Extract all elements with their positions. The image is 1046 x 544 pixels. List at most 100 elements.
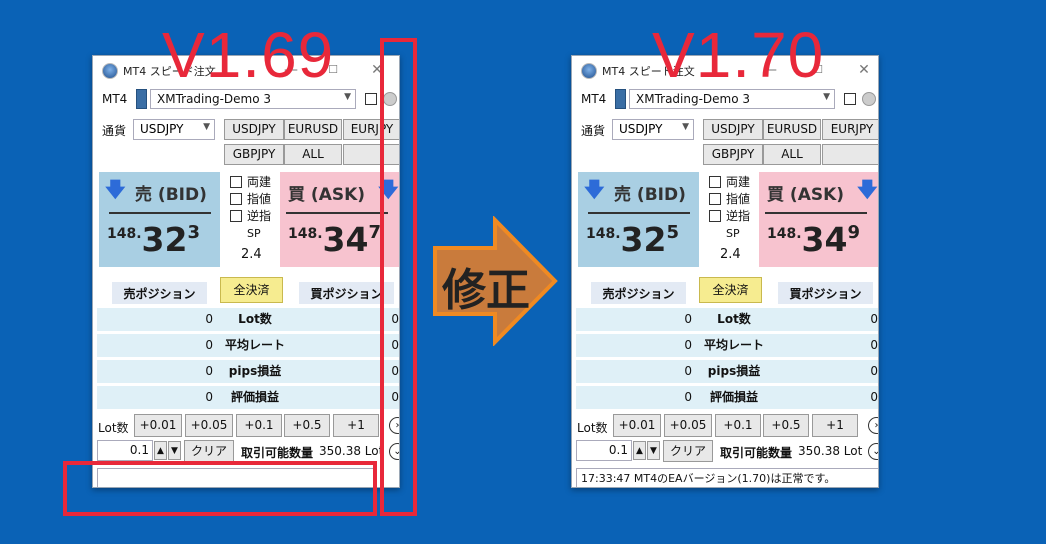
chevron-down-icon: ▼: [682, 122, 689, 132]
bid-divider: [588, 212, 690, 214]
bid-panel[interactable]: 🡇 売 (BID) 148.325: [578, 172, 699, 267]
chevron-down-icon: ▼: [823, 92, 830, 102]
close-all-button[interactable]: 全決済: [220, 277, 283, 303]
stat-row-avg-rate: 0 平均レート 0: [97, 334, 399, 357]
highlight-status-area: [63, 461, 377, 516]
lot-add-1-button[interactable]: +1: [812, 414, 858, 437]
pair-button-gbpjpy[interactable]: GBPJPY: [703, 144, 763, 165]
spread-label: SP: [726, 227, 740, 240]
pair-button-eurjpy[interactable]: EURJPY: [822, 119, 878, 140]
ask-divider: [765, 212, 867, 214]
bid-price-main: 32: [141, 220, 188, 259]
hedge-checkbox[interactable]: 両建: [230, 173, 271, 190]
available-lots-value: 350.38 Lot: [319, 444, 384, 458]
lot-add-0.5-button[interactable]: +0.5: [763, 414, 809, 437]
lot-size-input[interactable]: 0.1: [97, 440, 153, 461]
spread-value: 2.4: [720, 247, 741, 262]
clear-button[interactable]: クリア: [184, 440, 234, 462]
lot-add-0.01-button[interactable]: +0.01: [613, 414, 661, 437]
pair-button-all[interactable]: ALL: [284, 144, 342, 165]
pair-button-all[interactable]: ALL: [763, 144, 821, 165]
stat-row-lots: 0 Lot数 0: [576, 308, 878, 331]
ask-price-prefix: 148.: [288, 226, 323, 242]
stop-label: 逆指: [726, 209, 751, 223]
buy-lots: 0: [870, 312, 878, 326]
ask-price-main: 34: [801, 220, 848, 259]
sell-lots: 0: [205, 312, 213, 326]
lot-size-input[interactable]: 0.1: [576, 440, 632, 461]
lot-add-0.1-button[interactable]: +0.1: [236, 414, 282, 437]
bid-divider: [109, 212, 211, 214]
window-toggle-icon[interactable]: [365, 93, 377, 105]
ask-label: 買 (ASK): [767, 185, 845, 205]
pl-label: 評価損益: [230, 390, 279, 404]
highlight-right-edge: [380, 38, 417, 516]
pair-button-eurusd[interactable]: EURUSD: [763, 119, 821, 140]
app-icon: [581, 63, 597, 79]
sell-position-tab[interactable]: 売ポジション: [591, 282, 686, 304]
hedge-label: 両建: [247, 175, 272, 189]
lots-label: Lot数: [717, 312, 751, 326]
close-button[interactable]: ✕: [850, 60, 878, 80]
arrow-down-icon: 🡇: [857, 177, 878, 201]
close-all-button[interactable]: 全決済: [699, 277, 762, 303]
lot-size-label: Lot数: [98, 421, 129, 435]
new-version-label: V1.70: [652, 19, 825, 91]
sell-avg-rate: 0: [205, 338, 213, 352]
pair-value: USDJPY: [140, 122, 184, 136]
stop-checkbox[interactable]: 逆指: [709, 207, 750, 224]
lot-add-0.05-button[interactable]: +0.05: [185, 414, 233, 437]
pips-label: pips損益: [707, 364, 761, 378]
lot-add-0.01-button[interactable]: +0.01: [134, 414, 182, 437]
bid-price-fraction: 5: [666, 222, 680, 243]
lot-decrease-button[interactable]: ▼: [168, 441, 181, 460]
available-lots-value: 350.38 Lot: [798, 444, 863, 458]
pair-value: USDJPY: [619, 122, 663, 136]
pair-button-usdjpy[interactable]: USDJPY: [703, 119, 763, 140]
lot-increase-button[interactable]: ▲: [633, 441, 646, 460]
pair-button-usdjpy[interactable]: USDJPY: [224, 119, 284, 140]
buy-pl: 0: [870, 390, 878, 404]
limit-label: 指値: [247, 192, 272, 206]
hedge-checkbox[interactable]: 両建: [709, 173, 750, 190]
pair-button-gbpjpy[interactable]: GBPJPY: [224, 144, 284, 165]
ask-panel[interactable]: 買 (ASK) 🡇 148.349: [759, 172, 878, 267]
pair-button-empty[interactable]: [822, 144, 878, 165]
lot-add-0.5-button[interactable]: +0.5: [284, 414, 330, 437]
ask-price-fraction: 9: [847, 222, 861, 243]
pair-select[interactable]: USDJPY ▼: [133, 119, 215, 140]
lot-size-label: Lot数: [577, 421, 608, 435]
lot-add-1-button[interactable]: +1: [333, 414, 379, 437]
lot-add-0.1-button[interactable]: +0.1: [715, 414, 761, 437]
stop-checkbox[interactable]: 逆指: [230, 207, 271, 224]
bid-price: 148.323: [107, 220, 200, 260]
broker-select[interactable]: XMTrading-Demo 3 ▼: [629, 89, 835, 109]
pair-select[interactable]: USDJPY ▼: [612, 119, 694, 140]
bid-panel[interactable]: 🡇 売 (BID) 148.323: [99, 172, 220, 267]
chevron-right-icon[interactable]: ›: [868, 417, 878, 434]
sell-avg-rate: 0: [684, 338, 692, 352]
stat-row-pl: 0 評価損益 0: [97, 386, 399, 409]
chevron-down-icon[interactable]: ⌄: [868, 443, 878, 460]
menu-icon[interactable]: [862, 92, 876, 106]
old-version-label: V1.69: [162, 19, 335, 91]
limit-checkbox[interactable]: 指値: [709, 190, 750, 207]
hedge-label: 両建: [726, 175, 751, 189]
chevron-down-icon: ▼: [203, 122, 210, 132]
buy-position-tab[interactable]: 買ポジション: [778, 282, 873, 304]
fix-label: 修正: [442, 265, 530, 316]
lot-increase-button[interactable]: ▲: [154, 441, 167, 460]
limit-label: 指値: [726, 192, 751, 206]
clear-button[interactable]: クリア: [663, 440, 713, 462]
broker-select[interactable]: XMTrading-Demo 3 ▼: [150, 89, 356, 109]
stop-label: 逆指: [247, 209, 272, 223]
limit-checkbox[interactable]: 指値: [230, 190, 271, 207]
buy-pips: 0: [870, 364, 878, 378]
lot-add-0.05-button[interactable]: +0.05: [664, 414, 712, 437]
bid-label: 売 (BID): [135, 185, 207, 205]
broker-value: XMTrading-Demo 3: [157, 92, 272, 106]
pair-button-eurusd[interactable]: EURUSD: [284, 119, 342, 140]
lot-decrease-button[interactable]: ▼: [647, 441, 660, 460]
window-toggle-icon[interactable]: [844, 93, 856, 105]
sell-position-tab[interactable]: 売ポジション: [112, 282, 207, 304]
